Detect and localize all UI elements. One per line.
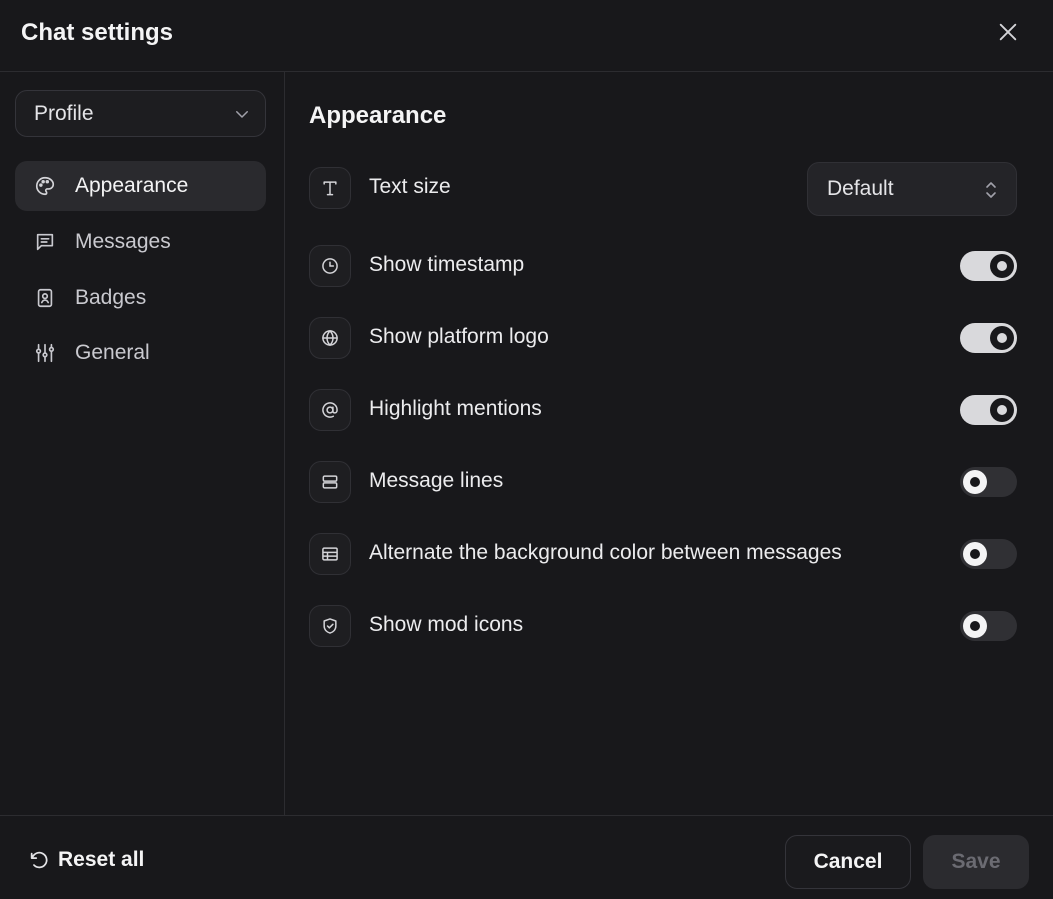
sidebar-item-badges[interactable]: Badges (15, 273, 266, 323)
chevron-up-down-icon (986, 182, 996, 198)
section-title: Appearance (309, 102, 447, 129)
setting-row-show-mod-icons: Show mod icons (309, 605, 1017, 649)
profile-select[interactable]: Profile (15, 90, 266, 137)
chevron-down-icon (236, 111, 248, 118)
show-mod-icons-toggle[interactable] (960, 611, 1017, 641)
reset-all-button[interactable]: Reset all (28, 844, 144, 876)
chat-settings-dialog: Chat settings Profile Appearance Message… (0, 0, 1053, 899)
sliders-icon (33, 341, 57, 365)
text-size-value: Default (827, 177, 894, 200)
dialog-footer: Reset all Cancel Save (0, 815, 1053, 899)
setting-row-highlight-mentions: Highlight mentions (309, 389, 1017, 433)
dialog-title: Chat settings (21, 19, 174, 46)
sidebar-item-label: Messages (75, 230, 171, 253)
show-timestamp-toggle[interactable] (960, 251, 1017, 281)
toggle-knob (990, 398, 1014, 422)
alternate-background-toggle[interactable] (960, 539, 1017, 569)
sidebar-item-label: Badges (75, 286, 147, 309)
setting-label: Highlight mentions (369, 397, 542, 420)
toggle-knob (990, 326, 1014, 350)
dialog-header: Chat settings (0, 0, 1053, 72)
message-square-icon (33, 230, 57, 254)
close-icon (999, 23, 1017, 41)
toggle-knob (963, 614, 987, 638)
sidebar-item-appearance[interactable]: Appearance (15, 161, 266, 211)
profile-select-value: Profile (34, 101, 94, 125)
at-sign-icon (309, 389, 351, 431)
toggle-knob (963, 470, 987, 494)
highlight-mentions-toggle[interactable] (960, 395, 1017, 425)
rows-icon (309, 461, 351, 503)
settings-sidebar: Profile Appearance Messages Badges Gener… (0, 72, 285, 815)
clock-icon (309, 245, 351, 287)
message-lines-toggle[interactable] (960, 467, 1017, 497)
sidebar-item-general[interactable]: General (15, 328, 266, 378)
table-icon (309, 533, 351, 575)
toggle-knob (963, 542, 987, 566)
setting-label: Alternate the background color between m… (369, 541, 842, 564)
setting-label: Show mod icons (369, 613, 524, 636)
globe-icon (309, 317, 351, 359)
rotate-ccw-icon (30, 851, 48, 869)
text-size-select[interactable]: Default (807, 162, 1017, 216)
setting-label: Show timestamp (369, 253, 525, 276)
show-platform-logo-toggle[interactable] (960, 323, 1017, 353)
setting-row-text-size: Text size Default (309, 162, 1017, 216)
toggle-knob (990, 254, 1014, 278)
close-button[interactable] (990, 14, 1026, 50)
setting-row-show-platform-logo: Show platform logo (309, 317, 1017, 361)
setting-row-show-timestamp: Show timestamp (309, 245, 1017, 289)
type-icon (309, 167, 351, 209)
setting-row-message-lines: Message lines (309, 461, 1017, 505)
setting-label: Message lines (369, 469, 504, 492)
save-button[interactable]: Save (923, 835, 1029, 889)
badge-id-icon (33, 286, 57, 310)
setting-row-alternate-background: Alternate the background color between m… (309, 533, 1017, 577)
shield-check-icon (309, 605, 351, 647)
sidebar-item-label: General (75, 341, 150, 364)
setting-label: Text size (369, 175, 451, 198)
sidebar-item-messages[interactable]: Messages (15, 217, 266, 267)
palette-icon (33, 174, 57, 198)
settings-main: Appearance Text size Default Show timest… (286, 72, 1053, 815)
cancel-button[interactable]: Cancel (785, 835, 911, 889)
setting-label: Show platform logo (369, 325, 549, 348)
reset-all-label: Reset all (58, 848, 145, 871)
sidebar-item-label: Appearance (75, 174, 189, 197)
